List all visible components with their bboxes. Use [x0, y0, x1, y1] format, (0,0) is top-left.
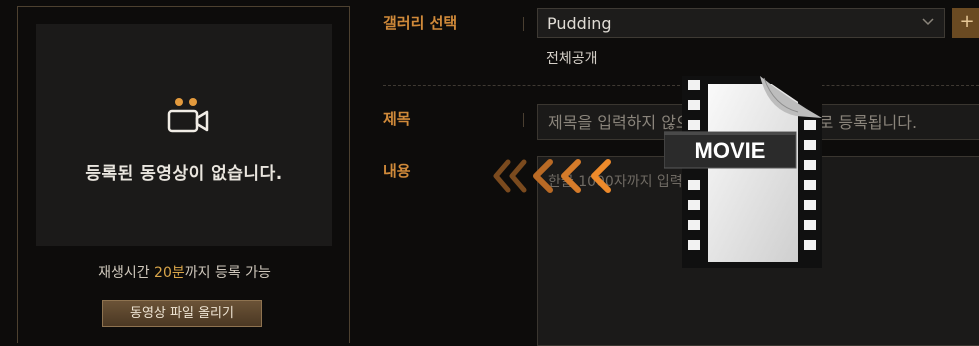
chevron-down-icon: [922, 18, 934, 26]
duration-limit-text: 재생시간 20분까지 등록 가능: [98, 265, 271, 281]
video-camera-icon: [167, 98, 209, 133]
label-separator: [523, 17, 524, 31]
add-gallery-button[interactable]: +: [952, 8, 979, 38]
movie-badge-label: MOVIE: [695, 138, 766, 163]
visibility-text: 전체공개: [546, 51, 598, 67]
content-label: 내용: [383, 162, 411, 180]
video-upload-panel: 등록된 동영상이 없습니다. 재생시간 20분까지 등록 가능 동영상 파일 올…: [17, 6, 350, 343]
no-video-message: 등록된 동영상이 없습니다.: [85, 164, 283, 184]
title-label: 제목: [383, 110, 411, 128]
gallery-select[interactable]: Pudding: [537, 8, 945, 38]
video-preview-box: 등록된 동영상이 없습니다.: [36, 24, 332, 246]
movie-file-icon: MOVIE: [664, 76, 822, 268]
gallery-label: 갤러리 선택: [383, 14, 458, 32]
double-chevron-left-icon: [493, 159, 611, 193]
upload-video-button[interactable]: 동영상 파일 올리기: [102, 300, 262, 327]
gallery-selected-value: Pudding: [547, 14, 612, 33]
label-separator: [523, 113, 524, 127]
